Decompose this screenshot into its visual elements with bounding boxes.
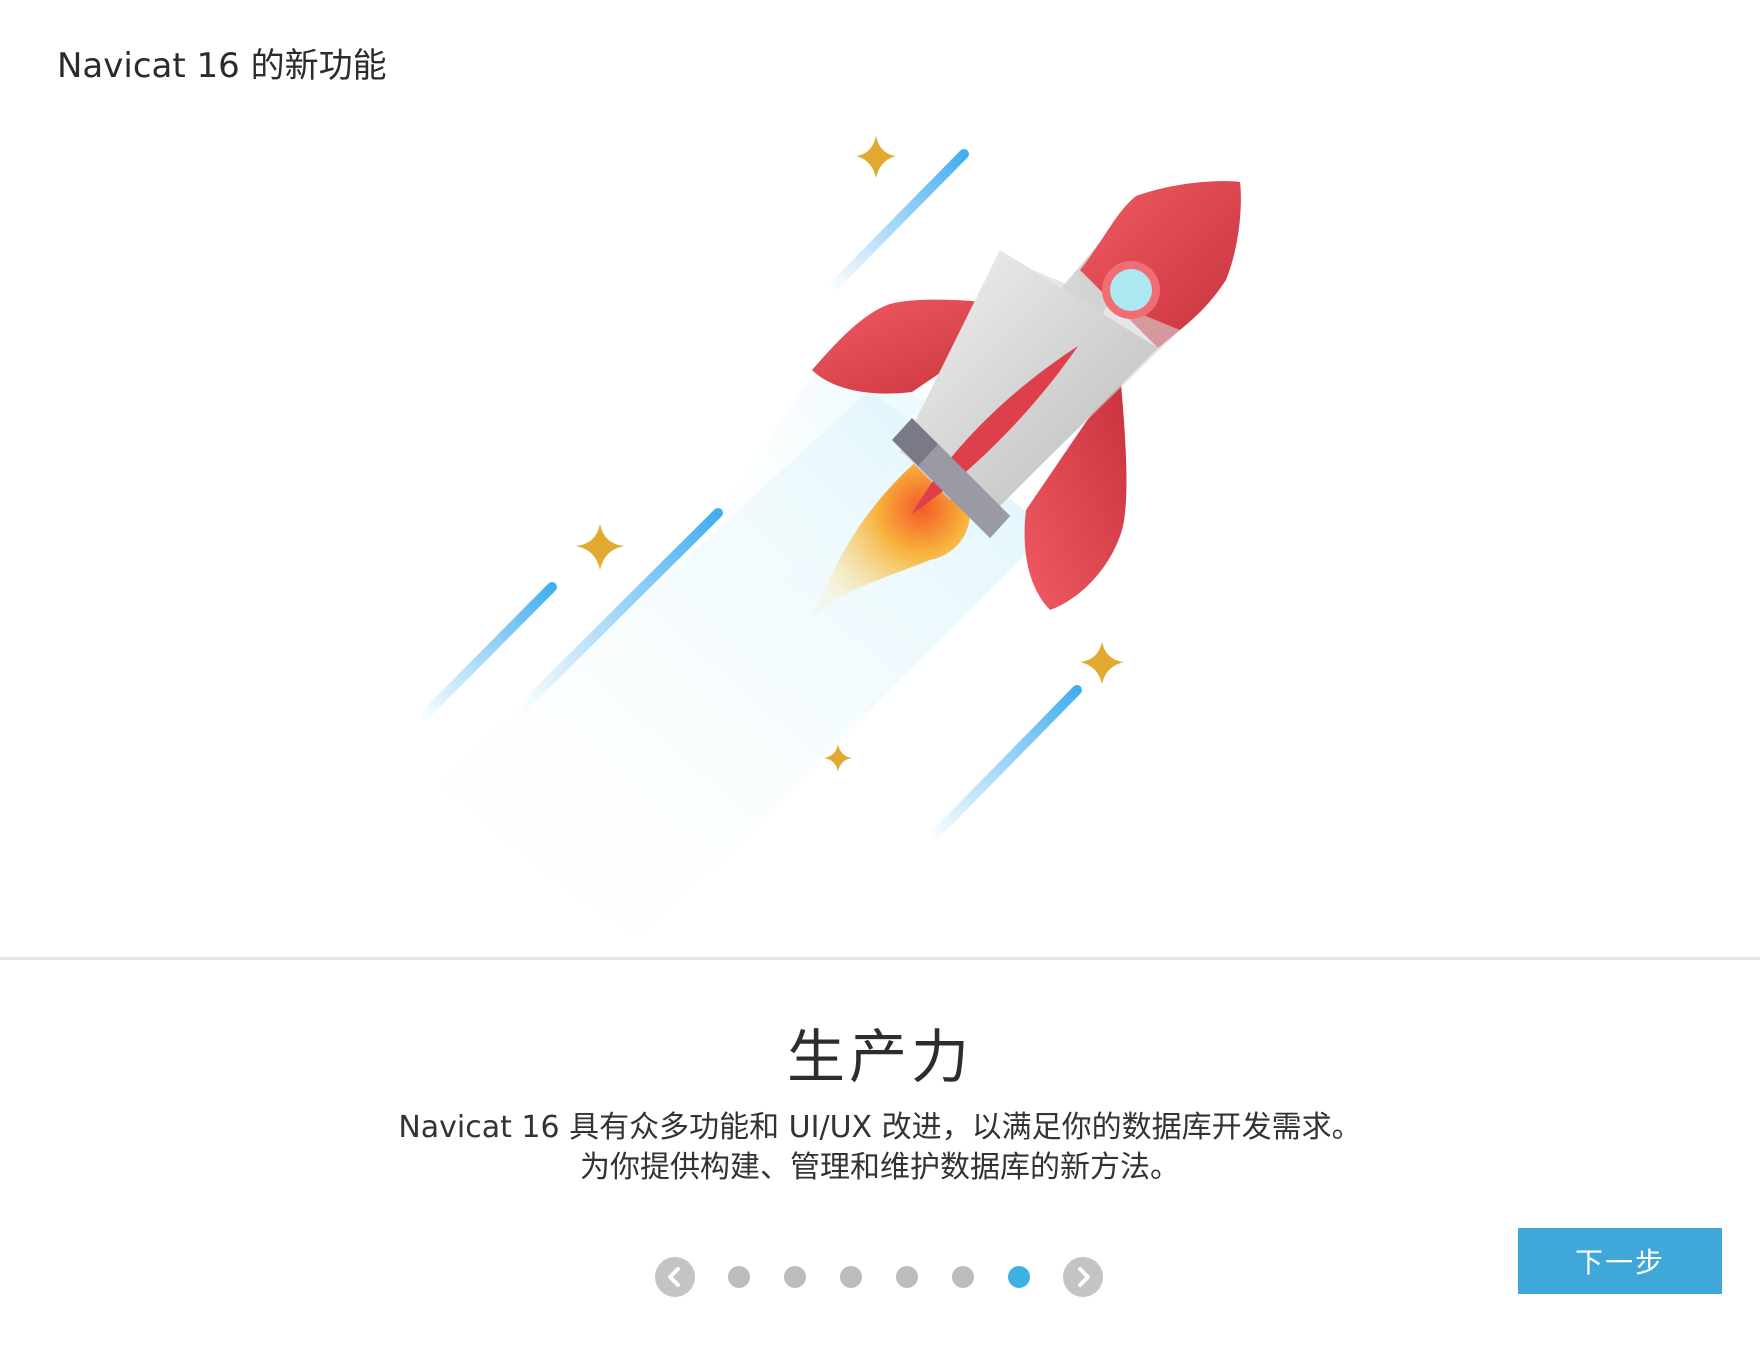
slide-title: 生产力 [786,1023,973,1091]
window-title: Navicat 16 的新功能 [57,46,387,86]
page-dot-6-active[interactable] [1008,1266,1030,1288]
speed-streak [925,685,1082,845]
page-dot-3[interactable] [840,1266,862,1288]
slide-description-line-2: 为你提供构建、管理和维护数据库的新方法。 [580,1150,1180,1185]
rocket-illustration [415,136,1241,940]
speed-streak [825,149,969,295]
star-icon [856,136,896,178]
prev-page-button[interactable] [655,1257,695,1297]
chevron-left-icon [668,1267,680,1287]
page-dot-5[interactable] [952,1266,974,1288]
rocket-window [1110,269,1152,311]
page-dot-4[interactable] [896,1266,918,1288]
next-step-button[interactable]: 下一步 [1518,1228,1722,1294]
slide-description-line-1: Navicat 16 具有众多功能和 UI/UX 改进，以满足你的数据库开发需求… [398,1110,1362,1145]
chevron-right-icon [1078,1267,1090,1287]
star-icon [576,524,624,570]
page-dot-1[interactable] [728,1266,750,1288]
slide-description: Navicat 16 具有众多功能和 UI/UX 改进，以满足你的数据库开发需求… [0,1108,1760,1188]
section-divider [0,957,1760,960]
star-icon [1080,642,1124,684]
whats-new-window: Navicat 16 的新功能 生产力 Navicat 16 具有众多功能和 U… [0,0,1760,1360]
page-dot-2[interactable] [784,1266,806,1288]
page-indicator [655,1257,1103,1297]
next-page-button[interactable] [1063,1257,1103,1297]
